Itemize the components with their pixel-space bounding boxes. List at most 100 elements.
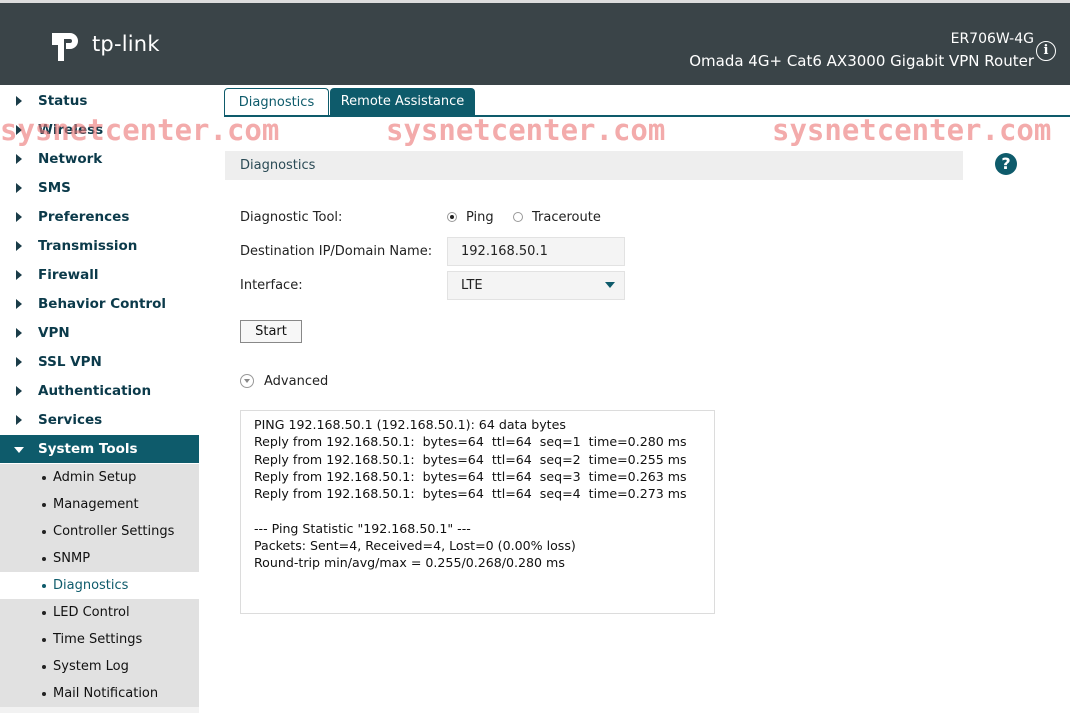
sidebar-item-label: Preferences (38, 209, 130, 225)
chevron-down-icon (14, 447, 24, 453)
tab-diagnostics[interactable]: Diagnostics (224, 88, 329, 117)
help-icon[interactable]: ? (995, 153, 1017, 175)
bullet-icon (42, 476, 46, 480)
diagnostic-output: PING 192.168.50.1 (192.168.50.1): 64 dat… (240, 410, 715, 614)
subitem-label: Controller Settings (53, 524, 175, 539)
start-button[interactable]: Start (240, 320, 302, 343)
chevron-right-icon (16, 415, 22, 425)
traceroute-radio-label[interactable]: Traceroute (532, 210, 601, 225)
sidebar-item-label: Behavior Control (38, 296, 167, 312)
subitem-diagnostics[interactable]: Diagnostics (0, 572, 199, 599)
subitem-label: Time Settings (53, 632, 143, 647)
output-line: PING 192.168.50.1 (192.168.50.1): 64 dat… (254, 417, 566, 432)
product-name: Omada 4G+ Cat6 AX3000 Gigabit VPN Router (689, 52, 1034, 70)
sidebar: Status Wireless Network SMS Preferences … (0, 87, 199, 713)
sidebar-item-behavior-control[interactable]: Behavior Control (0, 290, 199, 319)
traceroute-radio[interactable] (513, 212, 523, 222)
subitem-admin-setup[interactable]: Admin Setup (0, 464, 199, 491)
interface-label: Interface: (240, 278, 303, 293)
sidebar-item-label: SSL VPN (38, 354, 102, 370)
interface-select[interactable]: LTE (447, 271, 625, 300)
sidebar-item-label: VPN (38, 325, 70, 341)
bullet-icon (42, 530, 46, 534)
subitem-label: Management (53, 497, 139, 512)
sidebar-item-label: Network (38, 151, 103, 167)
sidebar-item-authentication[interactable]: Authentication (0, 377, 199, 406)
ping-radio[interactable] (447, 212, 457, 222)
chevron-right-icon (16, 125, 22, 135)
destination-label: Destination IP/Domain Name: (240, 244, 433, 259)
info-icon[interactable]: i (1036, 41, 1056, 61)
sidebar-item-label: Transmission (38, 238, 138, 254)
ping-radio-label[interactable]: Ping (466, 210, 494, 225)
bullet-icon (42, 584, 46, 588)
logo-text: tp-link (92, 32, 160, 56)
chevron-right-icon (16, 299, 22, 309)
dropdown-caret-icon (605, 282, 615, 288)
chevron-right-icon (16, 183, 22, 193)
advanced-toggle[interactable]: Advanced (264, 374, 328, 389)
chevron-right-icon (16, 241, 22, 251)
subitem-led-control[interactable]: LED Control (0, 599, 199, 626)
sidebar-item-vpn[interactable]: VPN (0, 319, 199, 348)
watermark-text: sysnetcenter.com (772, 113, 1052, 147)
bullet-icon (42, 503, 46, 507)
bullet-icon (42, 557, 46, 561)
sidebar-item-label: Firewall (38, 267, 99, 283)
watermark-text: sysnetcenter.com (386, 113, 666, 147)
output-line: Reply from 192.168.50.1: bytes=64 ttl=64… (254, 451, 687, 467)
chevron-right-icon (16, 328, 22, 338)
sidebar-item-label: Status (38, 93, 88, 109)
tab-underline (224, 115, 1070, 117)
tp-link-logo-icon (52, 33, 78, 61)
bullet-icon (42, 611, 46, 615)
tp-link-logo: tp-link (44, 23, 160, 65)
chevron-right-icon (16, 357, 22, 367)
sidebar-item-sms[interactable]: SMS (0, 174, 199, 203)
expand-advanced-icon[interactable] (240, 374, 254, 388)
sidebar-item-transmission[interactable]: Transmission (0, 232, 199, 261)
sidebar-item-services[interactable]: Services (0, 406, 199, 435)
sidebar-item-label: System Tools (38, 441, 138, 457)
sidebar-item-status[interactable]: Status (0, 87, 199, 116)
sidebar-item-ssl-vpn[interactable]: SSL VPN (0, 348, 199, 377)
subitem-controller-settings[interactable]: Controller Settings (0, 518, 199, 545)
destination-input[interactable]: 192.168.50.1 (447, 237, 625, 266)
output-line: Reply from 192.168.50.1: bytes=64 ttl=64… (254, 468, 687, 484)
diagnostic-tool-label: Diagnostic Tool: (240, 210, 343, 225)
sidebar-item-network[interactable]: Network (0, 145, 199, 174)
subitem-system-log[interactable]: System Log (0, 653, 199, 680)
subitem-label: LED Control (53, 605, 130, 620)
section-header: Diagnostics (225, 151, 963, 180)
sidebar-item-label: Authentication (38, 383, 152, 399)
tab-remote-assistance[interactable]: Remote Assistance (330, 88, 475, 116)
section-title: Diagnostics (240, 158, 316, 173)
sidebar-item-system-tools[interactable]: System Tools (0, 435, 199, 464)
sidebar-item-firewall[interactable]: Firewall (0, 261, 199, 290)
output-line: Reply from 192.168.50.1: bytes=64 ttl=64… (254, 434, 687, 450)
subitem-snmp[interactable]: SNMP (0, 545, 199, 572)
bullet-icon (42, 692, 46, 696)
subitem-time-settings[interactable]: Time Settings (0, 626, 199, 653)
subitem-label: Mail Notification (53, 686, 159, 701)
chevron-right-icon (16, 212, 22, 222)
top-header: tp-link ER706W-4G Omada 4G+ Cat6 AX3000 … (0, 0, 1070, 85)
device-model: ER706W-4G (950, 31, 1034, 47)
sidebar-item-preferences[interactable]: Preferences (0, 203, 199, 232)
subitem-label: Admin Setup (53, 470, 137, 485)
subitem-label: System Log (53, 659, 129, 674)
chevron-right-icon (16, 386, 22, 396)
output-line: Packets: Sent=4, Received=4, Lost=0 (0.0… (254, 538, 576, 554)
sidebar-item-label: Wireless (38, 122, 104, 138)
interface-select-value: LTE (461, 278, 483, 293)
subitem-mail-notification[interactable]: Mail Notification (0, 680, 199, 707)
subitem-management[interactable]: Management (0, 491, 199, 518)
output-line: Reply from 192.168.50.1: bytes=64 ttl=64… (254, 486, 687, 502)
sidebar-item-wireless[interactable]: Wireless (0, 116, 199, 145)
sidebar-item-label: SMS (38, 180, 71, 196)
subitem-label: SNMP (53, 551, 91, 566)
chevron-right-icon (16, 96, 22, 106)
bullet-icon (42, 665, 46, 669)
system-tools-submenu: Admin Setup Management Controller Settin… (0, 464, 199, 707)
